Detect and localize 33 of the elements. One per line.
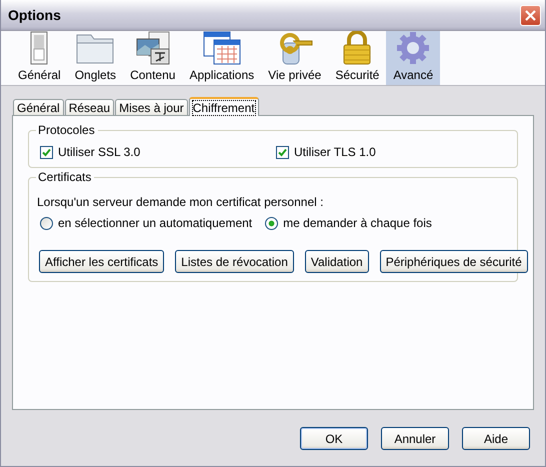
- dialog-button[interactable]: Annuler: [381, 427, 449, 450]
- dialog-button[interactable]: OK: [300, 427, 368, 450]
- dialog-button[interactable]: Aide: [462, 427, 530, 450]
- checkbox[interactable]: [40, 146, 53, 158]
- checkbox[interactable]: [276, 146, 289, 158]
- dialog-button[interactable]: Listes de révocation: [175, 250, 294, 273]
- checkbox-label: Utiliser SSL 3.0: [58, 145, 140, 159]
- dialog-button[interactable]: Périphériques de sécurité: [380, 250, 528, 273]
- pane-button[interactable]: Vie privée: [261, 31, 328, 85]
- tab[interactable]: Général: [13, 99, 64, 115]
- group-title: Protocoles: [36, 123, 98, 137]
- radio-label: me demander à chaque fois: [283, 216, 432, 230]
- pane-button[interactable]: Contenu: [123, 31, 182, 85]
- tab[interactable]: Mises à jour: [115, 99, 188, 115]
- radio-button[interactable]: [40, 216, 53, 230]
- radio-button[interactable]: [265, 216, 278, 230]
- window-title: Options: [8, 7, 61, 23]
- tab[interactable]: Réseau: [64, 99, 114, 115]
- radio-label: en sélectionner un automatiquement: [58, 216, 252, 230]
- tab[interactable]: Chiffrement: [188, 97, 259, 116]
- close-button[interactable]: [520, 4, 541, 26]
- pane-button[interactable]: Général: [11, 31, 68, 85]
- pane-button[interactable]: Applications: [182, 31, 262, 85]
- close-icon: [524, 8, 537, 22]
- dialog-button[interactable]: Afficher les certificats: [39, 250, 164, 273]
- dialog-button[interactable]: Validation: [304, 250, 369, 273]
- checkbox-label: Utiliser TLS 1.0: [294, 145, 376, 159]
- prompt-text: Lorsqu'un serveur demande mon certificat personnel :: [37, 195, 324, 209]
- pane-button[interactable]: Avancé: [386, 31, 440, 85]
- group-title: Certificats: [36, 170, 94, 184]
- pane-button[interactable]: Onglets: [68, 31, 124, 85]
- settings-icon: [396, 31, 430, 65]
- pane-button[interactable]: Sécurité: [328, 31, 386, 85]
